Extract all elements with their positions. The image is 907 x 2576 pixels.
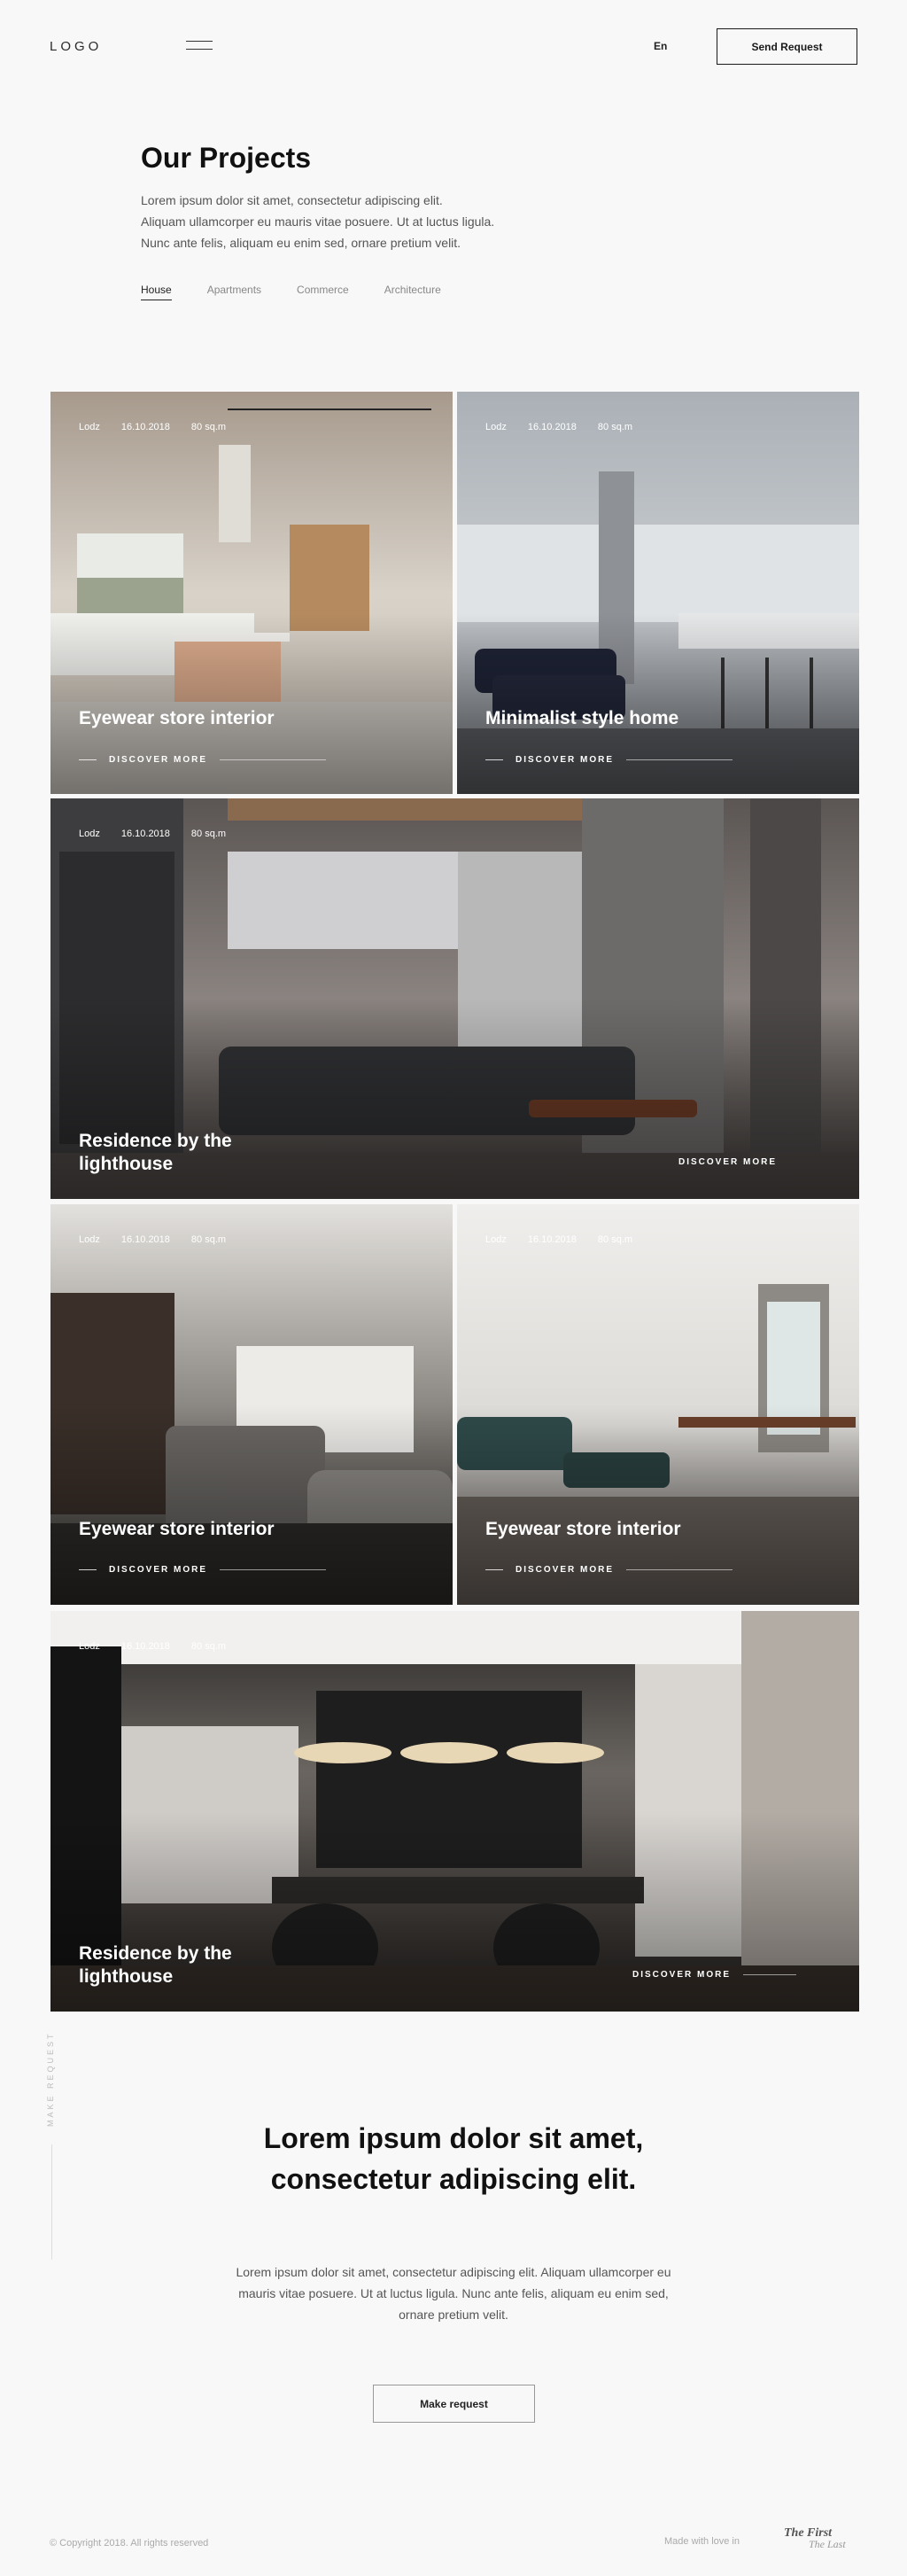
- project-date: 16.10.2018: [120, 1234, 170, 1245]
- project-meta: Lodz 16.10.2018 80 sq.m: [485, 422, 632, 432]
- project-date: 16.10.2018: [120, 829, 170, 839]
- project-date: 16.10.2018: [527, 1234, 577, 1245]
- project-city: Lodz: [79, 1234, 100, 1245]
- project-photo: [457, 1204, 859, 1605]
- filter-tab-commerce[interactable]: Commerce: [297, 284, 349, 300]
- project-title: Eyewear store interior: [79, 708, 275, 728]
- intro-line: Lorem ipsum dolor sit amet, consectetur …: [141, 193, 443, 207]
- project-card[interactable]: Lodz 16.10.2018 80 sq.m Eyewear store in…: [50, 392, 453, 794]
- project-meta: Lodz 16.10.2018 80 sq.m: [79, 1234, 226, 1245]
- project-date: 16.10.2018: [120, 1641, 170, 1652]
- discover-more-label: DISCOVER MORE: [109, 755, 208, 765]
- dash-decoration: [79, 759, 97, 760]
- project-meta: Lodz 16.10.2018 80 sq.m: [485, 1234, 632, 1245]
- page-title: Our Projects: [141, 142, 312, 174]
- project-card[interactable]: Lodz 16.10.2018 80 sq.m Eyewear store in…: [50, 1204, 453, 1605]
- side-label: MAKE REQUEST: [46, 2031, 55, 2127]
- intro-line: Nunc ante felis, aliquam eu enim sed, or…: [141, 236, 461, 250]
- discover-more-label: DISCOVER MORE: [109, 1565, 208, 1575]
- filter-tab-apartments[interactable]: Apartments: [207, 284, 261, 300]
- language-switcher[interactable]: En: [654, 40, 667, 52]
- filter-tab-architecture[interactable]: Architecture: [384, 284, 441, 300]
- project-city: Lodz: [79, 829, 100, 839]
- dash-decoration: [485, 1569, 503, 1570]
- project-area: 80 sq.m: [597, 1234, 633, 1245]
- side-divider: [51, 2144, 52, 2260]
- line-decoration: [220, 759, 327, 760]
- project-city: Lodz: [485, 422, 507, 432]
- discover-more-link[interactable]: DISCOVER MORE: [79, 755, 327, 765]
- discover-more-link[interactable]: DISCOVER MORE: [632, 1970, 797, 1980]
- site-header: LOGO En Send Request: [0, 0, 907, 94]
- logo[interactable]: LOGO: [50, 39, 102, 54]
- dash-decoration: [485, 759, 503, 760]
- project-date: 16.10.2018: [120, 422, 170, 432]
- discover-more-label: DISCOVER MORE: [516, 755, 615, 765]
- agency-logo[interactable]: The First The Last: [784, 2527, 846, 2550]
- project-date: 16.10.2018: [527, 422, 577, 432]
- project-meta: Lodz 16.10.2018 80 sq.m: [79, 1641, 226, 1652]
- line-decoration: [743, 1974, 797, 1975]
- project-photo: [50, 1204, 453, 1605]
- project-title: Residence by the lighthouse: [79, 1131, 232, 1174]
- project-city: Lodz: [79, 422, 100, 432]
- project-photo: [50, 392, 453, 794]
- copyright: © Copyright 2018. All rights reserved: [50, 2538, 209, 2549]
- project-area: 80 sq.m: [190, 422, 227, 432]
- project-area: 80 sq.m: [190, 1641, 227, 1652]
- cta-title: Lorem ipsum dolor sit amet, consectetur …: [263, 2122, 644, 2195]
- project-area: 80 sq.m: [597, 422, 633, 432]
- dash-decoration: [79, 1569, 97, 1570]
- project-title: Minimalist style home: [485, 708, 679, 728]
- intro-text: Lorem ipsum dolor sit amet, consectetur …: [141, 190, 584, 253]
- discover-more-link[interactable]: DISCOVER MORE: [485, 755, 733, 765]
- project-title: Eyewear store interior: [485, 1519, 681, 1539]
- discover-more-label: DISCOVER MORE: [632, 1970, 732, 1980]
- project-card[interactable]: Lodz 16.10.2018 80 sq.m Residence by the…: [50, 1611, 859, 2012]
- project-meta: Lodz 16.10.2018 80 sq.m: [79, 422, 226, 432]
- project-card[interactable]: Lodz 16.10.2018 80 sq.m Residence by the…: [50, 798, 859, 1199]
- project-title: Eyewear store interior: [79, 1519, 275, 1539]
- project-city: Lodz: [485, 1234, 507, 1245]
- project-meta: Lodz 16.10.2018 80 sq.m: [79, 829, 226, 839]
- discover-more-label: DISCOVER MORE: [678, 1157, 778, 1167]
- project-photo: [457, 392, 859, 794]
- send-request-button[interactable]: Send Request: [717, 28, 857, 65]
- line-decoration: [220, 1569, 327, 1570]
- project-area: 80 sq.m: [190, 829, 227, 839]
- discover-more-link[interactable]: DISCOVER MORE: [79, 1565, 327, 1575]
- cta-text: Lorem ipsum dolor sit amet, consectetur …: [236, 2265, 671, 2322]
- discover-more-link[interactable]: DISCOVER MORE: [678, 1157, 777, 1167]
- made-with-love: Made with love in: [664, 2536, 740, 2547]
- discover-more-link[interactable]: DISCOVER MORE: [485, 1565, 733, 1575]
- line-decoration: [626, 759, 733, 760]
- make-request-button[interactable]: Make request: [373, 2385, 535, 2423]
- hamburger-menu-icon[interactable]: [186, 41, 213, 51]
- intro-line: Aliquam ullamcorper eu mauris vitae posu…: [141, 214, 495, 229]
- project-card[interactable]: Lodz 16.10.2018 80 sq.m Eyewear store in…: [457, 1204, 859, 1605]
- project-card[interactable]: Lodz 16.10.2018 80 sq.m Minimalist style…: [457, 392, 859, 794]
- filter-tab-house[interactable]: House: [141, 284, 172, 300]
- project-city: Lodz: [79, 1641, 100, 1652]
- project-area: 80 sq.m: [190, 1234, 227, 1245]
- project-title: Residence by the lighthouse: [79, 1943, 232, 1987]
- discover-more-label: DISCOVER MORE: [516, 1565, 615, 1575]
- line-decoration: [626, 1569, 733, 1570]
- agency-logo-bottom: The Last: [809, 2538, 846, 2550]
- project-filter-tabs: House Apartments Commerce Architecture: [141, 284, 441, 300]
